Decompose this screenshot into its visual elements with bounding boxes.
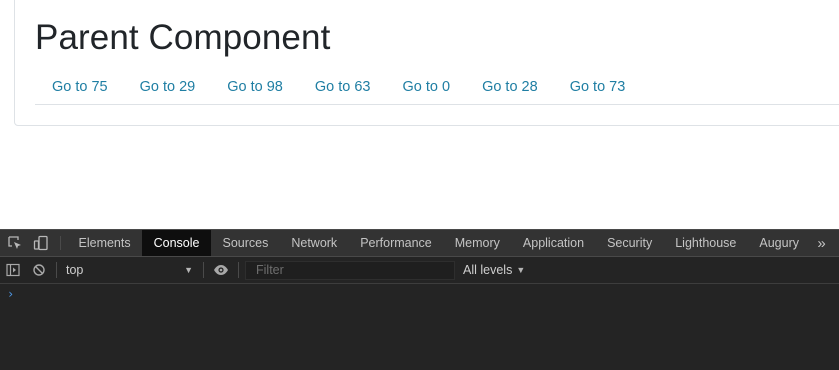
page-title: Parent Component	[35, 18, 331, 57]
log-levels-label: All levels	[463, 263, 513, 277]
app-page: Parent Component Go to 75 Go to 29 Go to…	[0, 0, 839, 229]
nav-link-go-to-28[interactable]: Go to 28	[466, 72, 554, 102]
console-toolbar: top ▼ All levels ▼	[0, 257, 839, 284]
more-tabs-icon[interactable]: »	[811, 230, 833, 256]
toolbar-divider	[203, 262, 204, 278]
context-value: top	[66, 263, 84, 277]
inspect-element-icon[interactable]	[2, 230, 28, 256]
nav-link-go-to-75[interactable]: Go to 75	[35, 72, 124, 102]
devtools-tabbar: Elements Console Sources Network Perform…	[0, 229, 839, 257]
toolbar-divider	[56, 262, 57, 278]
nav-link-go-to-63[interactable]: Go to 63	[299, 72, 387, 102]
tab-augury[interactable]: Augury	[748, 230, 811, 256]
chevron-down-icon: ▼	[516, 265, 526, 275]
nav-link-go-to-73[interactable]: Go to 73	[554, 72, 642, 102]
console-prompt-icon: ›	[7, 287, 15, 301]
clear-console-icon[interactable]	[26, 257, 52, 284]
live-expression-eye-icon[interactable]	[208, 257, 234, 284]
tab-performance[interactable]: Performance	[349, 230, 444, 256]
tab-memory[interactable]: Memory	[443, 230, 511, 256]
show-sidebar-icon[interactable]	[0, 257, 26, 284]
nav-link-go-to-29[interactable]: Go to 29	[124, 72, 212, 102]
tab-security[interactable]: Security	[596, 230, 664, 256]
tab-application[interactable]: Application	[511, 230, 595, 256]
tab-sources[interactable]: Sources	[211, 230, 280, 256]
tab-elements[interactable]: Elements	[67, 230, 142, 256]
devtools-panel: Elements Console Sources Network Perform…	[0, 229, 839, 370]
tab-lighthouse[interactable]: Lighthouse	[664, 230, 748, 256]
nav-links: Go to 75 Go to 29 Go to 98 Go to 63 Go t…	[35, 70, 839, 105]
toolbar-divider	[238, 262, 239, 278]
context-select[interactable]: top ▼	[61, 260, 199, 280]
filter-input[interactable]	[245, 260, 455, 280]
tabbar-divider	[60, 236, 61, 250]
nav-link-go-to-0[interactable]: Go to 0	[387, 72, 467, 102]
tab-network[interactable]: Network	[280, 230, 349, 256]
chevron-down-icon: ▼	[184, 265, 193, 275]
console-output[interactable]: ›	[0, 284, 839, 370]
nav-link-go-to-98[interactable]: Go to 98	[211, 72, 299, 102]
device-toolbar-icon[interactable]	[28, 230, 54, 256]
tab-console[interactable]: Console	[142, 230, 211, 256]
log-levels-dropdown[interactable]: All levels ▼	[463, 263, 525, 277]
